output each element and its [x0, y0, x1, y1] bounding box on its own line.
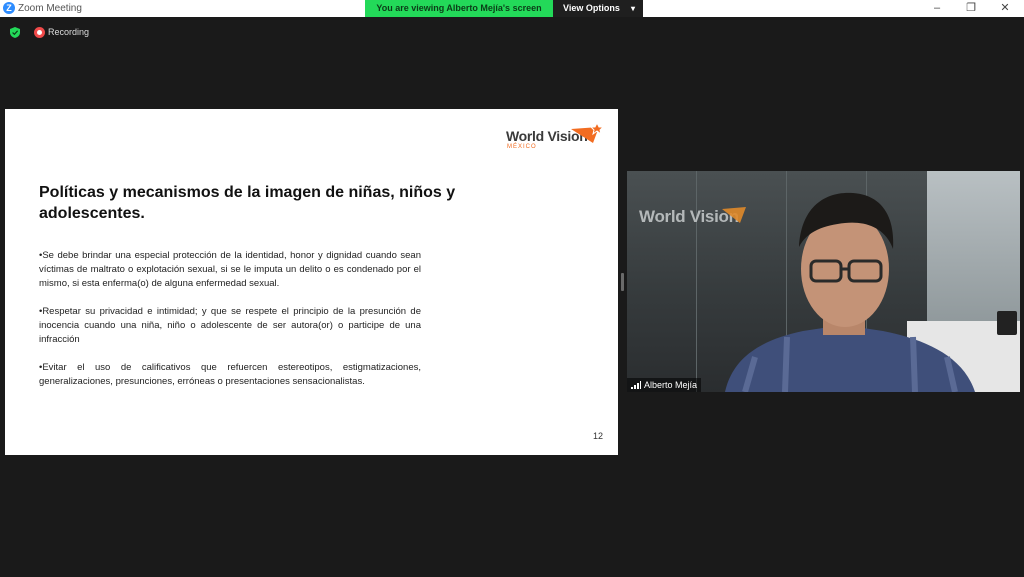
slide-page-number: 12: [593, 431, 604, 441]
slide-bullet-2: •Respetar su privacidad e intimidad; y q…: [39, 306, 421, 345]
window-title: Zoom Meeting: [18, 3, 82, 14]
shield-icon[interactable]: [10, 27, 20, 38]
screen-share-banner: You are viewing Alberto Mejía's screen: [365, 0, 553, 17]
zoom-app-icon: Z: [3, 2, 15, 14]
participant-name: Alberto Mejía: [644, 380, 698, 390]
signal-strength-icon: [631, 380, 641, 389]
world-vision-logo-subtitle: MÉXICO: [507, 144, 537, 150]
shared-screen-slide[interactable]: World Vision MÉXICO Políticas y mecanism…: [5, 109, 618, 455]
wall-panel: [627, 171, 697, 392]
chevron-down-icon: ▾: [630, 4, 635, 13]
view-options-button[interactable]: View Options ▾: [553, 0, 643, 17]
maximize-button[interactable]: ❐: [956, 0, 986, 17]
close-button[interactable]: ✕: [990, 0, 1020, 17]
slide-bullet-1: •Se debe brindar una especial protección…: [39, 250, 421, 289]
slide-bullet-3: •Evitar el uso de calificativos que refu…: [39, 362, 421, 387]
recording-label[interactable]: Recording: [48, 27, 89, 38]
slide-title: Políticas y mecanismos de la imagen de n…: [39, 184, 456, 222]
participant-silhouette: [725, 192, 975, 392]
minimize-button[interactable]: –: [922, 0, 952, 17]
split-view-divider[interactable]: [621, 273, 624, 291]
participant-video-tile[interactable]: World Vision: [627, 171, 1020, 392]
title-bar: Z Zoom Meeting You are viewing Alberto M…: [0, 0, 1024, 17]
view-options-label: View Options: [563, 3, 620, 13]
recording-icon[interactable]: [34, 27, 45, 38]
participant-name-label: Alberto Mejía: [627, 378, 702, 392]
world-vision-star-icon: [571, 121, 605, 143]
desk-phone: [997, 311, 1017, 335]
